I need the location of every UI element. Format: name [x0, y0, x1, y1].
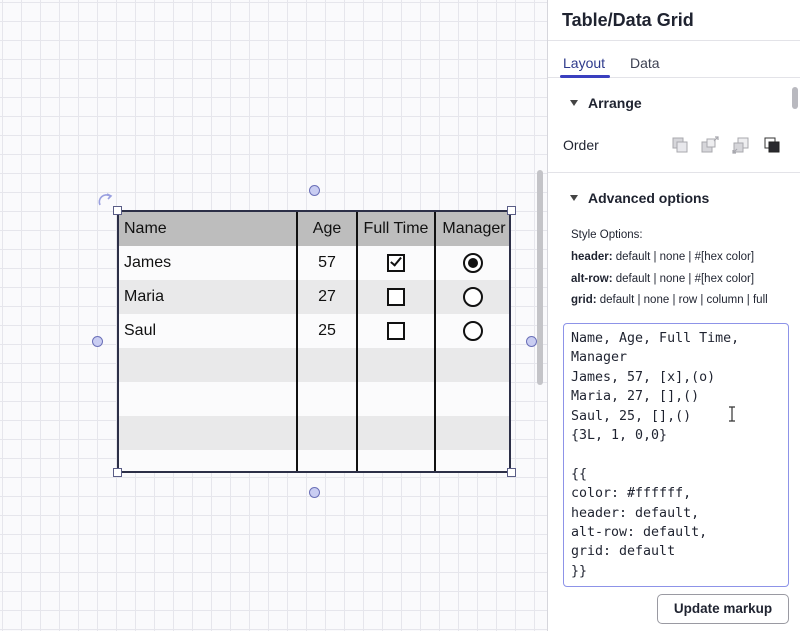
markup-textarea[interactable]: Name, Age, Full Time, Manager James, 57,…	[563, 323, 789, 587]
arrange-heading: Arrange	[588, 95, 642, 111]
column-divider	[434, 212, 436, 471]
header-cell-name: Name	[124, 220, 167, 237]
cell-age: 27	[318, 288, 336, 305]
bring-forward-icon[interactable]	[670, 135, 690, 155]
table-header-row: Name Age Full Time Manager	[119, 212, 509, 246]
send-backward-icon[interactable]	[731, 135, 751, 155]
radio-dot-icon	[468, 258, 478, 268]
cell-age: 57	[318, 254, 336, 271]
full-time-checkbox	[387, 288, 405, 306]
connection-point-top[interactable]	[309, 185, 320, 196]
active-tab-indicator	[560, 75, 610, 78]
header-cell-full-time: Full Time	[363, 220, 429, 237]
section-divider	[548, 172, 800, 173]
style-option-alt-row: alt-row: default | none | #[hex color]	[571, 273, 754, 285]
style-option-grid: grid: default | none | row | column | fu…	[571, 294, 768, 306]
table-row: Maria 27	[119, 280, 509, 314]
tab-layout[interactable]: Layout	[563, 55, 605, 71]
full-time-checkbox-checked	[387, 254, 405, 272]
connection-point-bottom[interactable]	[309, 487, 320, 498]
cell-name: James	[124, 254, 172, 271]
checkmark-icon	[390, 254, 402, 267]
resize-handle-top-right[interactable]	[507, 206, 516, 215]
connection-point-left[interactable]	[92, 336, 103, 347]
column-divider	[296, 212, 298, 471]
panel-title: Table/Data Grid	[562, 10, 694, 30]
style-option-values: default | none | row | column | full	[596, 294, 768, 306]
column-divider	[356, 212, 358, 471]
panel-scrollbar[interactable]	[792, 87, 798, 109]
advanced-options-heading: Advanced options	[588, 190, 710, 206]
header-cell-age: Age	[312, 220, 342, 237]
collapse-triangle-icon	[570, 195, 578, 201]
style-option-key: alt-row:	[571, 273, 613, 285]
cell-age: 25	[318, 322, 336, 339]
header-cell-manager: Manager	[442, 220, 506, 237]
cell-name: Saul	[124, 322, 157, 339]
send-to-back-icon[interactable]	[762, 135, 782, 155]
manager-radio	[463, 321, 483, 341]
properties-panel: Table/Data Grid Layout Data Arrange Orde…	[547, 0, 800, 631]
empty-table-row	[119, 382, 509, 416]
empty-table-row	[119, 348, 509, 382]
table-row: Saul 25	[119, 314, 509, 348]
panel-tabs: Layout Data	[548, 40, 800, 78]
table-row: James 57	[119, 246, 509, 280]
style-option-key: grid:	[571, 294, 597, 306]
empty-table-row	[119, 450, 509, 471]
connection-point-right[interactable]	[526, 336, 537, 347]
style-option-header: header: default | none | #[hex color]	[571, 251, 754, 263]
resize-handle-bottom-right[interactable]	[507, 468, 516, 477]
style-option-key: header:	[571, 251, 613, 263]
collapse-triangle-icon	[570, 100, 578, 106]
tab-data[interactable]: Data	[630, 55, 660, 71]
full-time-checkbox	[387, 322, 405, 340]
style-options-title: Style Options:	[571, 229, 643, 241]
advanced-options-toggle[interactable]: Advanced options	[570, 190, 709, 206]
style-option-values: default | none | #[hex color]	[612, 251, 755, 263]
update-markup-button[interactable]: Update markup	[657, 594, 789, 624]
text-cursor-icon	[729, 406, 735, 422]
manager-radio-selected	[463, 253, 483, 273]
manager-radio	[463, 287, 483, 307]
diagram-canvas[interactable]: Name Age Full Time Manager James 57 Mari…	[0, 0, 547, 631]
empty-table-row	[119, 416, 509, 450]
canvas-scrollbar[interactable]	[537, 170, 543, 385]
data-grid-table[interactable]: Name Age Full Time Manager James 57 Mari…	[117, 210, 511, 473]
style-option-values: default | none | #[hex color]	[612, 273, 755, 285]
resize-handle-bottom-left[interactable]	[113, 468, 122, 477]
order-label: Order	[563, 137, 599, 153]
panel-body: Arrange Order Advanced options Style Opt…	[548, 79, 800, 631]
resize-handle-top-left[interactable]	[113, 206, 122, 215]
bring-to-front-icon[interactable]	[700, 135, 720, 155]
cell-name: Maria	[124, 288, 165, 305]
arrange-section-toggle[interactable]: Arrange	[570, 95, 642, 111]
